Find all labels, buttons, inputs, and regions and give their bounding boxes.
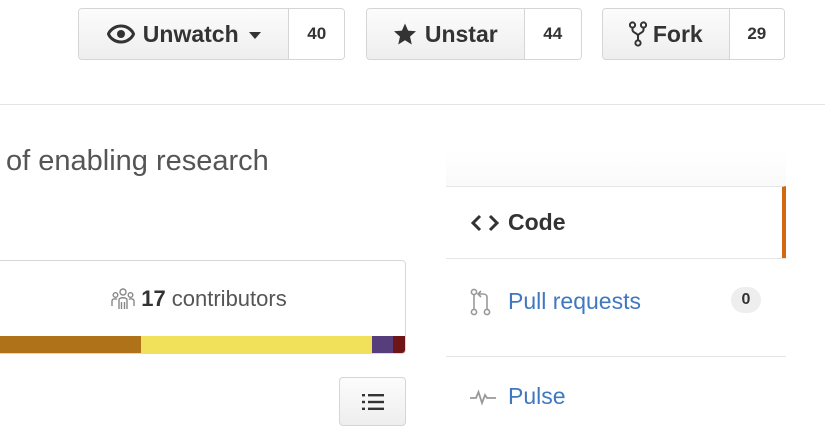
list-unordered-icon (361, 393, 384, 410)
star-button-group: Unstar 44 (366, 8, 582, 60)
sidenav-top-area (446, 150, 786, 186)
fork-button-group: Fork 29 (602, 8, 785, 60)
fork-button[interactable]: Fork (603, 9, 730, 59)
sidenav-item-code[interactable]: Code (446, 186, 786, 258)
organization-icon (111, 288, 135, 309)
contributors-label: contributors (171, 286, 287, 311)
sidenav-item-pulse[interactable]: Pulse (446, 356, 786, 436)
stargazers-count[interactable]: 44 (524, 9, 581, 59)
unstar-label: Unstar (424, 20, 498, 47)
language-segment (141, 336, 373, 353)
language-bar[interactable] (0, 336, 405, 353)
eye-icon (106, 24, 135, 44)
contributors-count: 17 (141, 286, 166, 311)
pull-requests-counter: 0 (731, 287, 761, 313)
forks-count[interactable]: 29 (729, 9, 784, 59)
git-pull-request-icon (470, 288, 500, 316)
contributors-link[interactable]: 17 contributors (0, 261, 405, 337)
repository-sidenav: Code Pull requests 0 Pulse (446, 186, 786, 436)
repo-forked-icon (628, 21, 647, 47)
sidenav-item-pull-requests[interactable]: Pull requests 0 (446, 258, 786, 344)
header-divider (0, 104, 825, 105)
language-segment (0, 336, 142, 353)
unstar-button[interactable]: Unstar (367, 9, 525, 59)
sidenav-item-label: Pull requests (508, 288, 641, 314)
repository-description: of enabling research (6, 145, 269, 177)
sidenav-item-label: Code (508, 209, 566, 235)
language-segment (392, 336, 405, 353)
unwatch-label: Unwatch (142, 20, 239, 47)
language-segment (372, 336, 393, 353)
fork-label: Fork (652, 20, 703, 47)
file-list-toggle-button[interactable] (339, 377, 406, 426)
star-icon (393, 23, 416, 44)
watchers-count[interactable]: 40 (289, 9, 344, 59)
unwatch-button[interactable]: Unwatch (79, 9, 290, 59)
watch-button-group: Unwatch 40 (78, 8, 345, 60)
chevron-down-icon (248, 31, 261, 39)
repository-summary: 17 contributors (0, 260, 406, 354)
code-icon (470, 214, 500, 232)
sidenav-item-label: Pulse (508, 383, 566, 409)
pulse-icon (470, 388, 500, 406)
